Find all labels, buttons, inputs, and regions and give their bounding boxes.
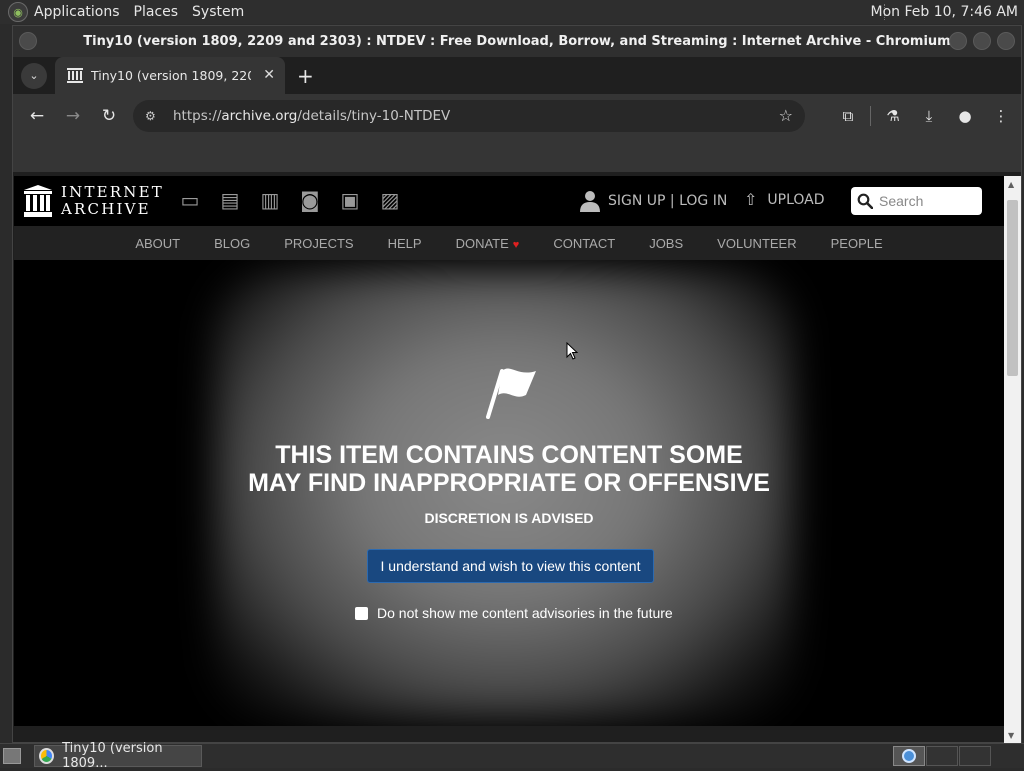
toolbar-divider xyxy=(870,106,871,126)
content-advisory: THIS ITEM CONTAINS CONTENT SOME MAY FIND… xyxy=(14,260,1004,726)
media-icons: ▭ ▤ ▥ ◙ ▣ ▨ xyxy=(178,188,402,212)
software-floppy-icon[interactable]: ▣ xyxy=(338,188,362,212)
ia-nav: ABOUT BLOG PROJECTS HELP DONATE ♥ CONTACT… xyxy=(14,226,1004,260)
page-scrollbar[interactable]: ▲ ▼ xyxy=(1004,176,1021,744)
site-info-icon[interactable]: ⚙ xyxy=(145,109,161,123)
nav-contact[interactable]: CONTACT xyxy=(536,236,632,251)
tab-strip: ⌄ Tiny10 (version 1809, 2209 and 2303) :… xyxy=(13,57,1021,94)
clock[interactable]: Mon Feb 10, 7:46 AM xyxy=(871,4,1018,20)
labs-flask-icon[interactable]: ⚗ xyxy=(879,102,907,130)
address-bar[interactable]: ⚙ https://archive.org/details/tiny-10-NT… xyxy=(133,100,805,132)
bookmark-star-icon[interactable]: ☆ xyxy=(779,106,793,125)
video-film-icon[interactable]: ▥ xyxy=(258,188,282,212)
maximize-button[interactable] xyxy=(973,32,991,50)
task-label: Tiny10 (version 1809... xyxy=(62,741,163,771)
logo-line-2: ARCHIVE xyxy=(61,200,151,218)
window-menu-icon[interactable] xyxy=(19,32,37,50)
opt-out-checkbox[interactable] xyxy=(355,606,368,620)
bookmark-bar xyxy=(13,138,1021,172)
advisory-title-line-1: THIS ITEM CONTAINS CONTENT SOME xyxy=(275,441,743,469)
view-content-button[interactable]: I understand and wish to view this conte… xyxy=(367,549,654,583)
advisory-title: THIS ITEM CONTAINS CONTENT SOME MAY FIND… xyxy=(14,441,1004,497)
scrollbar-thumb[interactable] xyxy=(1007,200,1018,376)
back-button[interactable]: ← xyxy=(23,102,51,130)
tab-close-icon[interactable]: ✕ xyxy=(263,67,275,83)
nav-projects[interactable]: PROJECTS xyxy=(267,236,370,251)
tab-search-button[interactable]: ⌄ xyxy=(21,62,47,89)
show-desktop-icon[interactable] xyxy=(3,748,21,764)
browser-window: Tiny10 (version 1809, 2209 and 2303) : N… xyxy=(12,25,1022,744)
menu-system[interactable]: System xyxy=(192,4,244,20)
mouse-cursor-icon xyxy=(566,342,579,360)
sign-up-login-link[interactable]: SIGN UP | LOG IN xyxy=(608,193,727,209)
audio-speaker-icon[interactable]: ◙ xyxy=(298,188,322,212)
nav-jobs[interactable]: JOBS xyxy=(632,236,700,251)
forward-button[interactable]: → xyxy=(59,102,87,130)
window-titlebar[interactable]: Tiny10 (version 1809, 2209 and 2303) : N… xyxy=(13,26,1021,57)
menu-kebab-icon[interactable]: ⋮ xyxy=(987,102,1015,130)
menu-places[interactable]: Places xyxy=(134,4,179,20)
page-viewport: INTERNET ARCHIVE ▭ ▤ ▥ ◙ ▣ ▨ SIGN UP | L… xyxy=(14,176,1004,726)
tab-active[interactable]: Tiny10 (version 1809, 2209 and 2303) : N… xyxy=(55,57,285,94)
nav-blog[interactable]: BLOG xyxy=(197,236,267,251)
heart-icon: ♥ xyxy=(512,238,520,251)
download-icon[interactable]: ⤓ xyxy=(915,102,943,130)
profile-icon[interactable]: ● xyxy=(951,102,979,130)
reload-button[interactable]: ↻ xyxy=(95,102,123,130)
nav-help[interactable]: HELP xyxy=(371,236,439,251)
texts-book-icon[interactable]: ▤ xyxy=(218,188,242,212)
user-area[interactable]: SIGN UP | LOG IN xyxy=(564,190,727,212)
scroll-up-arrow-icon[interactable]: ▲ xyxy=(1008,180,1014,189)
user-person-icon xyxy=(580,191,600,212)
tab-title: Tiny10 (version 1809, 2209 and 2303) : N… xyxy=(91,68,251,83)
nav-about[interactable]: ABOUT xyxy=(118,236,197,251)
window-title: Tiny10 (version 1809, 2209 and 2303) : N… xyxy=(83,34,951,49)
nav-people[interactable]: PEOPLE xyxy=(814,236,900,251)
images-icon[interactable]: ▨ xyxy=(378,188,402,212)
workspace-3[interactable] xyxy=(959,746,991,766)
search-input[interactable] xyxy=(879,193,975,209)
upload-link[interactable]: ⇧ UPLOAD xyxy=(744,190,825,209)
new-tab-button[interactable]: + xyxy=(297,64,314,88)
content-advisory-stage: THIS ITEM CONTAINS CONTENT SOME MAY FIND… xyxy=(14,260,1004,726)
close-window-button[interactable] xyxy=(997,32,1015,50)
upload-label: UPLOAD xyxy=(767,191,825,208)
url-text[interactable]: https://archive.org/details/tiny-10-NTDE… xyxy=(173,108,450,124)
gnome-foot-icon[interactable]: ◉ xyxy=(8,2,28,22)
top-panel: ◉ Applications Places System Mon Feb 10,… xyxy=(0,0,1024,24)
advisory-subtitle: DISCRETION IS ADVISED xyxy=(424,510,594,526)
search-icon xyxy=(857,193,873,209)
opt-out-label: Do not show me content advisories in the… xyxy=(377,605,673,621)
upload-arrow-icon: ⇧ xyxy=(744,190,758,209)
minimize-button[interactable] xyxy=(949,32,967,50)
archive-temple-icon xyxy=(24,185,52,217)
nav-donate[interactable]: DONATE ♥ xyxy=(439,236,537,251)
menu-applications[interactable]: Applications xyxy=(34,4,120,20)
logo-line-1: INTERNET xyxy=(61,183,164,201)
chromium-icon xyxy=(39,748,55,764)
workspace-window-icon xyxy=(902,749,916,763)
ia-header: INTERNET ARCHIVE ▭ ▤ ▥ ◙ ▣ ▨ SIGN UP | L… xyxy=(14,176,1004,226)
nav-volunteer[interactable]: VOLUNTEER xyxy=(700,236,813,251)
workspace-1[interactable] xyxy=(893,746,925,766)
nav-donate-label: DONATE xyxy=(455,235,509,251)
scroll-down-arrow-icon[interactable]: ▼ xyxy=(1008,731,1014,740)
advisory-title-line-2: MAY FIND INAPPROPRIATE OR OFFENSIVE xyxy=(248,469,770,497)
advisory-opt-out[interactable]: Do not show me content advisories in the… xyxy=(355,605,673,621)
search-box[interactable] xyxy=(851,187,982,215)
bottom-taskbar: Tiny10 (version 1809... xyxy=(0,741,1024,771)
flag-icon xyxy=(486,368,536,419)
web-archive-icon[interactable]: ▭ xyxy=(178,188,202,212)
browser-toolbar: ← → ↻ ⚙ https://archive.org/details/tiny… xyxy=(13,94,1021,138)
extensions-icon[interactable]: ⧉ xyxy=(834,102,862,130)
taskbar-chromium-task[interactable]: Tiny10 (version 1809... xyxy=(34,741,202,771)
workspace-2[interactable] xyxy=(926,746,958,766)
archive-favicon-icon xyxy=(67,68,83,83)
ia-logo[interactable]: INTERNET ARCHIVE xyxy=(24,184,164,218)
